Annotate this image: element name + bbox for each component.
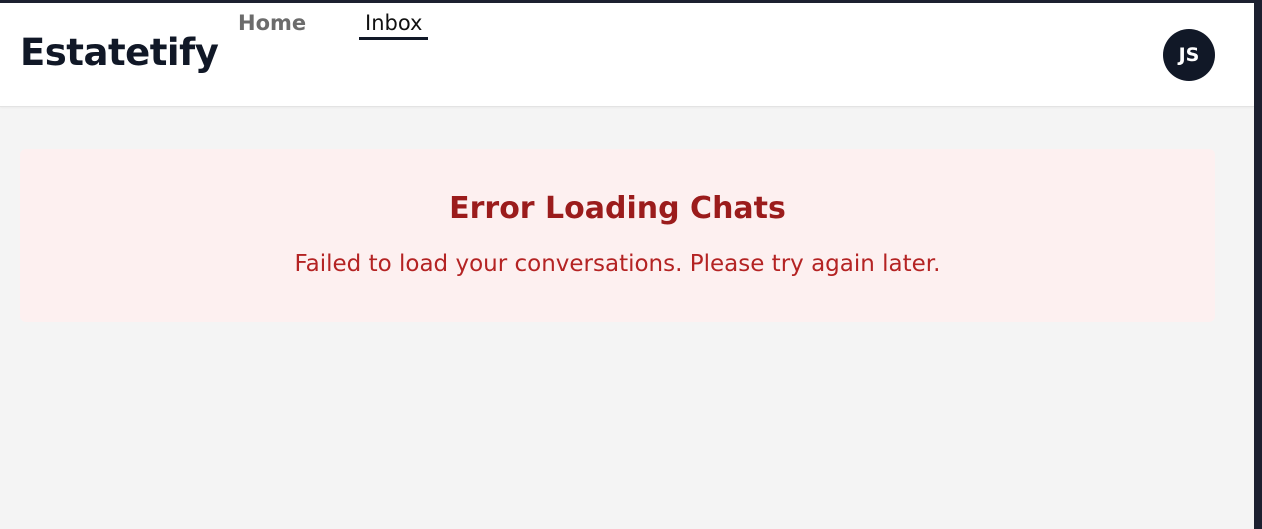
error-alert: Error Loading Chats Failed to load your … bbox=[20, 149, 1215, 322]
brand-logo[interactable]: Estatetify bbox=[20, 31, 219, 74]
user-avatar-initials: JS bbox=[1178, 44, 1200, 66]
app-window: Estatetify Home Inbox JS Error Loading C… bbox=[0, 0, 1262, 529]
top-navbar: Estatetify Home Inbox JS bbox=[0, 3, 1254, 107]
user-avatar[interactable]: JS bbox=[1163, 29, 1215, 81]
error-title: Error Loading Chats bbox=[449, 191, 786, 226]
error-message: Failed to load your conversations. Pleas… bbox=[294, 251, 941, 277]
nav-tab-home[interactable]: Home bbox=[238, 11, 306, 37]
window-right-border bbox=[1254, 0, 1262, 529]
nav-tab-inbox[interactable]: Inbox bbox=[359, 11, 429, 40]
